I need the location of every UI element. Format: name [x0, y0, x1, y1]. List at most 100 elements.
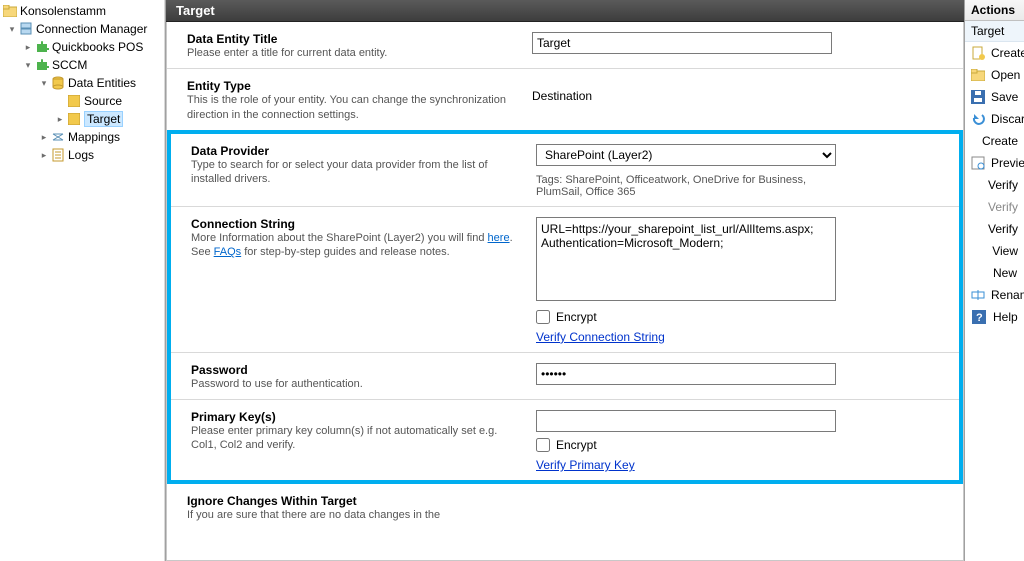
- blank-icon: [971, 199, 982, 215]
- tree-logs[interactable]: ▸ Logs: [0, 146, 164, 164]
- section-primary-key: Primary Key(s) Please enter primary key …: [171, 399, 959, 480]
- item-yellow-icon: [66, 111, 82, 127]
- tree-sccm[interactable]: ▾ SCCM: [0, 56, 164, 74]
- action-verify3[interactable]: Verify: [965, 218, 1024, 240]
- primary-key-desc: Please enter primary key column(s) if no…: [191, 424, 516, 453]
- action-view[interactable]: View: [965, 240, 1024, 262]
- action-verify1[interactable]: Verify: [965, 174, 1024, 196]
- data-entity-title: Data Entity Title: [187, 32, 512, 46]
- encrypt-pk-label: Encrypt: [556, 438, 597, 452]
- action-create-new[interactable]: Create: [965, 42, 1024, 64]
- mappings-icon: [50, 129, 66, 145]
- actions-sub: Target: [965, 21, 1024, 42]
- data-provider-title: Data Provider: [191, 144, 516, 158]
- action-save[interactable]: Save: [965, 86, 1024, 108]
- blank-icon: [971, 177, 982, 193]
- action-create2[interactable]: Create: [965, 130, 1024, 152]
- expander-icon[interactable]: ▾: [38, 77, 50, 89]
- tree-source-label: Source: [84, 94, 122, 108]
- section-password: Password Password to use for authenticat…: [171, 352, 959, 399]
- conn-string-textarea[interactable]: [536, 217, 836, 301]
- blank-icon: [971, 133, 976, 149]
- expander-icon[interactable]: ▸: [22, 41, 34, 53]
- new-doc-icon: [971, 45, 985, 61]
- tree-sccm-label: SCCM: [52, 58, 87, 72]
- primary-key-title: Primary Key(s): [191, 410, 516, 424]
- undo-icon: [971, 111, 985, 127]
- data-entity-desc: Please enter a title for current data en…: [187, 46, 512, 60]
- tree-conn-mgr[interactable]: ▾ Connection Manager: [0, 20, 164, 38]
- action-help[interactable]: ? Help: [965, 306, 1024, 328]
- tree-mappings[interactable]: ▸ Mappings: [0, 128, 164, 146]
- form-scroll: Data Entity Title Please enter a title f…: [166, 22, 964, 561]
- actions-header: Actions: [965, 0, 1024, 21]
- encrypt-connstr-label: Encrypt: [556, 310, 597, 324]
- expander-icon[interactable]: ▾: [22, 59, 34, 71]
- expander-icon[interactable]: ▸: [38, 149, 50, 161]
- logs-icon: [50, 147, 66, 163]
- ignore-changes-desc: If you are sure that there are no data c…: [187, 508, 512, 522]
- password-desc: Password to use for authentication.: [191, 377, 516, 391]
- tree-target-label: Target: [84, 111, 123, 127]
- tree-panel: Konsolenstamm ▾ Connection Manager ▸ Qui…: [0, 0, 165, 561]
- encrypt-pk-checkbox[interactable]: [536, 438, 550, 452]
- svg-text:?: ?: [976, 312, 983, 324]
- tree-root[interactable]: Konsolenstamm: [0, 2, 164, 20]
- item-yellow-icon: [66, 93, 82, 109]
- encrypt-connstr-checkbox[interactable]: [536, 310, 550, 324]
- entity-type-title: Entity Type: [187, 79, 512, 93]
- conn-string-title: Connection String: [191, 217, 516, 231]
- help-icon: ?: [971, 309, 987, 325]
- server-icon: [18, 21, 34, 37]
- section-conn-string: Connection String More Information about…: [171, 206, 959, 352]
- blank-icon: [971, 221, 982, 237]
- tree-data-entities[interactable]: ▾ Data Entities: [0, 74, 164, 92]
- puzzle-green-icon: [34, 39, 50, 55]
- tree-source[interactable]: Source: [0, 92, 164, 110]
- tree-conn-mgr-label: Connection Manager: [36, 22, 147, 36]
- tree-target[interactable]: ▸ Target: [0, 110, 164, 128]
- tree-mappings-label: Mappings: [68, 130, 120, 144]
- tree-de-label: Data Entities: [68, 76, 136, 90]
- action-new[interactable]: New: [965, 262, 1024, 284]
- faqs-link[interactable]: FAQs: [214, 246, 242, 258]
- tree-qb[interactable]: ▸ Quickbooks POS: [0, 38, 164, 56]
- rename-icon: [971, 287, 985, 303]
- expander-icon[interactable]: ▸: [54, 113, 66, 125]
- data-provider-tags: Tags: SharePoint, Officeatwork, OneDrive…: [536, 174, 836, 198]
- action-verify2[interactable]: Verify: [965, 196, 1024, 218]
- preview-icon: [971, 155, 985, 171]
- action-discard[interactable]: Discard: [965, 108, 1024, 130]
- data-provider-select[interactable]: SharePoint (Layer2): [536, 144, 836, 166]
- expander-icon[interactable]: ▾: [6, 23, 18, 35]
- highlight-box: Data Provider Type to search for or sele…: [167, 130, 963, 484]
- data-provider-desc: Type to search for or select your data p…: [191, 158, 516, 187]
- open-folder-icon: [971, 67, 985, 83]
- expander-icon[interactable]: ▸: [38, 131, 50, 143]
- blank-icon: [971, 265, 987, 281]
- action-rename[interactable]: Rename: [965, 284, 1024, 306]
- ignore-changes-title: Ignore Changes Within Target: [187, 494, 512, 508]
- puzzle-green-icon: [34, 57, 50, 73]
- password-input[interactable]: [536, 363, 836, 385]
- action-open[interactable]: Open: [965, 64, 1024, 86]
- verify-connstr-link[interactable]: Verify Connection String: [536, 330, 665, 344]
- primary-key-input[interactable]: [536, 410, 836, 432]
- section-entity-type: Entity Type This is the role of your ent…: [167, 68, 963, 130]
- center-header: Target: [166, 0, 964, 22]
- password-title: Password: [191, 363, 516, 377]
- db-icon: [50, 75, 66, 91]
- section-data-entity: Data Entity Title Please enter a title f…: [167, 22, 963, 68]
- section-data-provider: Data Provider Type to search for or sele…: [171, 134, 959, 206]
- tree-logs-label: Logs: [68, 148, 94, 162]
- tree-qb-label: Quickbooks POS: [52, 40, 143, 54]
- data-entity-input[interactable]: [532, 32, 832, 54]
- action-preview[interactable]: Preview: [965, 152, 1024, 174]
- save-disk-icon: [971, 89, 985, 105]
- entity-type-desc: This is the role of your entity. You can…: [187, 93, 512, 122]
- tree-root-label: Konsolenstamm: [20, 4, 106, 18]
- verify-pk-link[interactable]: Verify Primary Key: [536, 458, 635, 472]
- center-panel: Target Data Entity Title Please enter a …: [165, 0, 964, 561]
- actions-panel: Actions Target Create Open Save Discard …: [964, 0, 1024, 561]
- here-link[interactable]: here: [488, 232, 510, 244]
